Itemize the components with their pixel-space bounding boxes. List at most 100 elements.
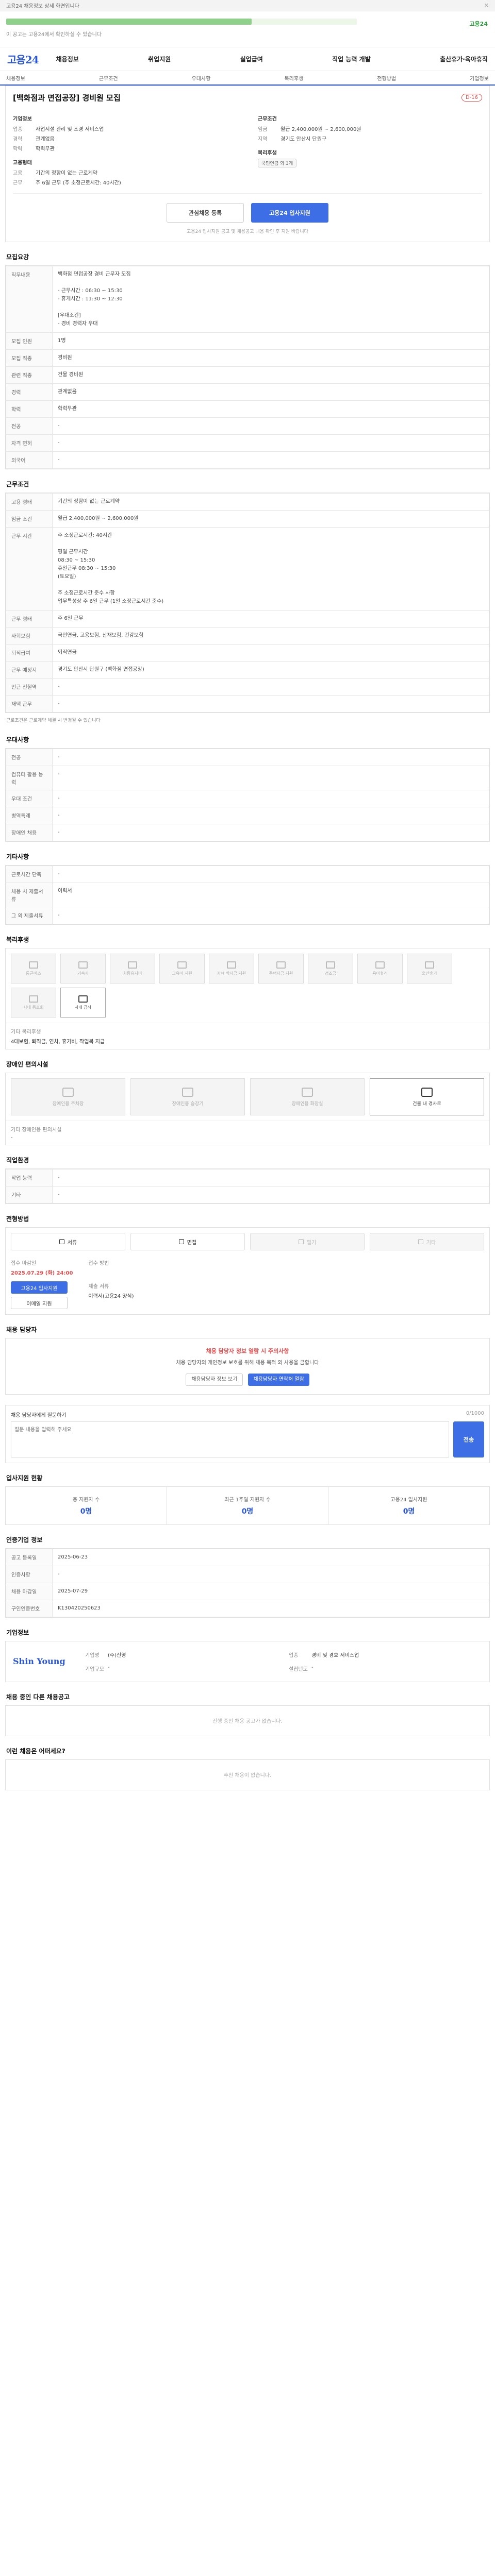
section-tab[interactable]: 채용정보 bbox=[6, 74, 25, 82]
table-value: - bbox=[52, 1186, 489, 1204]
email-apply-button[interactable]: 이메일 지원 bbox=[11, 1297, 68, 1310]
table-value: 2025-07-29 bbox=[52, 1582, 489, 1600]
job-summary-grid: 기업정보 업종 사업시설 관리 및 조경 서비스업 경력 관계없음 학력 학력무관 고용형… bbox=[6, 108, 489, 193]
table-value: 주 소정근로시간: 40시간 평일 근무시간 08:30 ~ 15:30 휴일근… bbox=[52, 527, 489, 611]
welfare-icon-card: 통근버스 bbox=[11, 954, 56, 984]
selection-method: 기타 bbox=[370, 1233, 484, 1251]
table-key: 재택 근무 bbox=[6, 695, 53, 713]
summary-row: 업종 사업시설 관리 및 조경 서비스업 bbox=[13, 125, 237, 132]
company-value: - bbox=[311, 1664, 314, 1670]
section-tab[interactable]: 전형방법 bbox=[377, 74, 396, 82]
table-row: 관련 직종 건물 경비원 bbox=[6, 366, 489, 384]
table-key: 근로시간 단축 bbox=[6, 866, 53, 884]
welfare-icon bbox=[425, 961, 434, 969]
table-key: 경력 bbox=[6, 383, 53, 401]
section-tab[interactable]: 우대사항 bbox=[192, 74, 211, 82]
company-key: 업종 bbox=[289, 1652, 299, 1658]
summary-key: 지역 bbox=[258, 137, 268, 142]
facility-card: 장애인용 화장실 bbox=[250, 1078, 365, 1116]
facility-card: 장애인용 주차장 bbox=[11, 1078, 125, 1116]
table-key: 작업 능력 bbox=[6, 1169, 53, 1187]
welfare-box: 통근버스 기숙사 차량유지비 교육비 지원 자녀 학자금 지원 주택자금 지원 경조금 육아휴… bbox=[5, 948, 490, 1050]
table-value: 기간의 정함이 없는 근로계약 bbox=[52, 493, 489, 511]
method-icon bbox=[418, 1239, 423, 1245]
selection-methods: 서류 면접 필기 기타 bbox=[11, 1233, 484, 1251]
welfare-icon-label: 출산휴가 bbox=[422, 971, 437, 976]
section-tab[interactable]: 근무조건 bbox=[99, 74, 118, 82]
info-table: 공고 등록일 2025-06-23 인증사항 - 채용 마감일 2025-07-29 구인인… bbox=[6, 1548, 489, 1617]
table-row: 퇴직급여 퇴직연금 bbox=[6, 644, 489, 662]
manager-info-button[interactable]: 채용담당자 정보 보기 bbox=[186, 1373, 243, 1386]
welfare-icon bbox=[177, 961, 187, 969]
qna-send-button[interactable]: 전송 bbox=[453, 1421, 484, 1458]
table-value: 국민연금, 고용보험, 산재보험, 건강보험 bbox=[52, 627, 489, 645]
etc-table: 근로시간 단축 - 채용 시 제출서류 이력서 그 외 제출서류 - bbox=[6, 866, 489, 925]
table-row: 근무 시간 주 소정근로시간: 40시간 평일 근무시간 08:30 ~ 15:3… bbox=[6, 527, 489, 611]
conditions-table: 고용 형태 기간의 정함이 없는 근로계약 임금 조건 월급 2,400,000원 ~… bbox=[6, 493, 489, 713]
table-row: 병역특례 - bbox=[6, 807, 489, 825]
company-row: 설립년도 - bbox=[289, 1665, 482, 1672]
table-row: 전공 - bbox=[6, 749, 489, 767]
facility-other-label: 기타 장애인용 편의시설 bbox=[11, 1127, 62, 1133]
section-tab[interactable]: 기업정보 bbox=[470, 74, 489, 82]
table-row: 우대 조건 - bbox=[6, 790, 489, 808]
table-value: - bbox=[52, 417, 489, 435]
method-label: 필기 bbox=[306, 1240, 317, 1246]
method-icon bbox=[298, 1239, 304, 1245]
qna-count: 0/1000 bbox=[466, 1410, 484, 1416]
table-row: 장애인 채용 - bbox=[6, 824, 489, 842]
facility-icon bbox=[302, 1087, 313, 1097]
company-value: (주)신영 bbox=[108, 1652, 126, 1658]
qna-input[interactable] bbox=[11, 1421, 449, 1458]
table-value: 월급 2,400,000원 ~ 2,600,000원 bbox=[52, 510, 489, 528]
gnb-item[interactable]: 직업 능력 개발 bbox=[332, 55, 371, 63]
environment-table: 작업 능력 - 기타 - bbox=[6, 1169, 489, 1204]
table-value: - bbox=[52, 434, 489, 452]
company-info: 기업명 (주)신영 업종 경비 및 경호 서비스업 기업규모 - 설립년도 - bbox=[85, 1649, 482, 1674]
welfare-icon bbox=[128, 961, 137, 969]
logo[interactable]: 고용24 bbox=[7, 52, 39, 66]
table-row: 모집 인원 1명 bbox=[6, 332, 489, 350]
table-row: 근로시간 단축 - bbox=[6, 866, 489, 884]
welfare-icon bbox=[375, 961, 385, 969]
table-key: 사회보험 bbox=[6, 627, 53, 645]
gnb-item[interactable]: 실업급여 bbox=[240, 55, 263, 63]
conditions-table-box: 고용 형태 기간의 정함이 없는 근로계약 임금 조건 월급 2,400,000원 ~… bbox=[5, 493, 490, 713]
table-key: 기타 bbox=[6, 1186, 53, 1204]
banner-progress-bar bbox=[6, 19, 357, 25]
stat-cell: 총 지원자 수 0명 bbox=[6, 1486, 167, 1524]
section-title-facility: 장애인 편의시설 bbox=[6, 1061, 48, 1069]
gnb-item[interactable]: 출산휴가·육아휴직 bbox=[440, 55, 488, 63]
summary-key: 임금 bbox=[258, 127, 268, 132]
section-tab[interactable]: 복리후생 bbox=[284, 74, 303, 82]
welfare-chip[interactable]: 국민연금 외 3개 bbox=[258, 159, 297, 167]
close-icon[interactable]: ✕ bbox=[484, 2, 489, 9]
table-key: 학력 bbox=[6, 400, 53, 418]
gnb-item[interactable]: 취업지원 bbox=[148, 55, 171, 63]
manager-contact-button[interactable]: 채용담당자 연락처 열람 bbox=[248, 1373, 309, 1386]
apply-button[interactable]: 고용24 입사지원 bbox=[251, 203, 328, 223]
table-row: 직무내용 백화점 면접공장 경비 근무자 모집 - 근무시간 : 06:30 ~ … bbox=[6, 266, 489, 333]
method-icon bbox=[178, 1239, 184, 1245]
welfare-icon-card: 차량유지비 bbox=[110, 954, 155, 984]
selection-box: 서류 면접 필기 기타 접수 마감일 2025.07.29 (화) 24:00 고용2… bbox=[5, 1227, 490, 1315]
job-header: [백화점과 면접공장] 경비원 모집 D-16 bbox=[6, 86, 489, 108]
apply-note: 고용24 입사지원 공고 및 채용공고 내용 확인 후 지원 바랍니다 bbox=[187, 229, 308, 234]
welfare-icon-card: 출산휴가 bbox=[407, 954, 452, 984]
table-key: 채용 시 제출서류 bbox=[6, 883, 53, 908]
table-key: 병역특례 bbox=[6, 807, 53, 825]
table-value: - bbox=[52, 766, 489, 791]
welfare-icon-label: 사내 급식 bbox=[75, 1005, 91, 1010]
summary-key: 근무 bbox=[13, 180, 23, 186]
table-value: 이력서 bbox=[52, 883, 489, 908]
stat-label: 고용24 입사지원 bbox=[390, 1497, 427, 1503]
welfare-icon bbox=[78, 995, 88, 1003]
welfare-icon bbox=[227, 961, 236, 969]
table-key: 임금 조건 bbox=[6, 510, 53, 528]
scrap-button[interactable]: 관심채용 등록 bbox=[167, 203, 244, 223]
gnb-item[interactable]: 채용정보 bbox=[56, 55, 79, 63]
method-icon bbox=[59, 1239, 64, 1245]
table-key: 인근 전철역 bbox=[6, 678, 53, 696]
apply-button-2[interactable]: 고용24 입사지원 bbox=[11, 1281, 68, 1294]
section-title-welfare: 복리후생 bbox=[6, 936, 29, 944]
